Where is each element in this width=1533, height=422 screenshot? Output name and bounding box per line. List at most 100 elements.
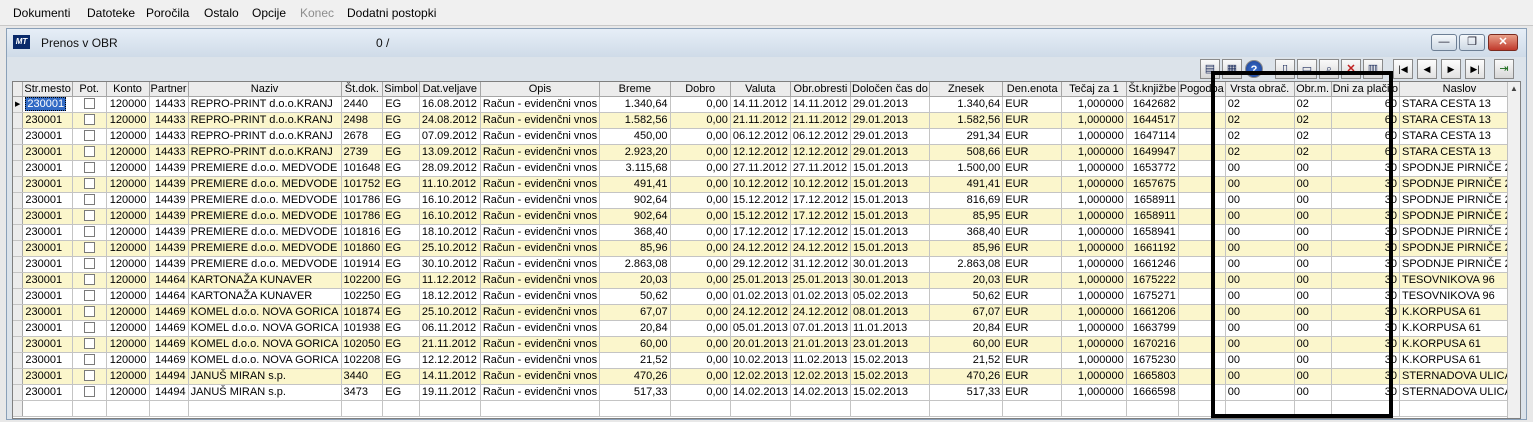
table-cell[interactable]: 1675222 (1126, 272, 1179, 289)
table-cell[interactable]: 30 (1331, 304, 1400, 321)
column-header[interactable]: Konto (106, 82, 150, 97)
table-row[interactable]: 230001 120000 14439 PREMIERE d.o.o. MEDVODE… (13, 160, 1520, 177)
table-cell[interactable]: 1.500,00 (929, 160, 1004, 177)
pot-checkbox[interactable] (83, 210, 95, 222)
table-cell[interactable]: 0,00 (670, 176, 731, 193)
row-indicator[interactable] (13, 144, 24, 161)
table-cell[interactable]: 00 (1294, 304, 1332, 321)
menu-ostalo[interactable]: Ostalo (204, 5, 239, 21)
table-cell[interactable]: 18.12.2012 (419, 288, 481, 305)
table-cell[interactable]: 24.12.2012 (790, 304, 851, 321)
table-row[interactable]: 230001 120000 14464 KARTONAŽA KUNAVER 102250… (13, 288, 1520, 305)
table-cell[interactable]: 1,000000 (1061, 112, 1127, 129)
table-cell[interactable]: 00 (1225, 176, 1295, 193)
table-cell[interactable]: EUR (1002, 384, 1063, 401)
table-row[interactable]: 230001 120000 14433 REPRO-PRINT d.o.o.KRANJ… (13, 128, 1520, 145)
pot-checkbox[interactable] (83, 114, 95, 126)
table-cell[interactable]: 2498 (341, 112, 384, 129)
table-cell[interactable]: 14469 (149, 304, 189, 321)
table-cell[interactable]: KOMEL d.o.o. NOVA GORICA (188, 320, 342, 337)
table-cell[interactable]: 14439 (149, 160, 189, 177)
table-cell[interactable]: TESOVNIKOVA 96 (1399, 288, 1520, 305)
row-indicator[interactable] (13, 256, 24, 273)
table-cell[interactable]: 29.01.2013 (850, 128, 930, 145)
table-cell[interactable]: EG (382, 176, 420, 193)
table-cell[interactable]: 230001 (22, 160, 73, 177)
table-cell[interactable] (1178, 112, 1226, 129)
table-cell[interactable] (1178, 256, 1226, 273)
delete-icon[interactable]: ✕ (1341, 59, 1361, 79)
table-cell[interactable]: K.KORPUSA 61 (1399, 352, 1520, 369)
table-cell[interactable]: 1647114 (1126, 128, 1179, 145)
table-cell[interactable]: 25.10.2012 (419, 240, 481, 257)
table-cell[interactable]: REPRO-PRINT d.o.o.KRANJ (188, 128, 342, 145)
row-indicator[interactable] (13, 224, 24, 241)
table-cell[interactable]: STERNADOVA ULICA (1399, 368, 1520, 385)
table-cell[interactable]: 14439 (149, 240, 189, 257)
table-cell[interactable]: 02 (1294, 96, 1332, 113)
current-row-indicator-icon[interactable]: ▶ (13, 96, 24, 113)
table-cell[interactable]: 20,03 (599, 272, 671, 289)
table-cell[interactable]: 1644517 (1126, 112, 1179, 129)
table-cell[interactable] (1178, 304, 1226, 321)
table-cell[interactable]: EG (382, 128, 420, 145)
table-cell[interactable]: 23.01.2013 (850, 336, 930, 353)
table-cell[interactable]: 101786 (341, 192, 384, 209)
table-cell[interactable]: 368,40 (599, 224, 671, 241)
table-cell[interactable]: EUR (1002, 304, 1063, 321)
column-header[interactable]: Breme (599, 82, 671, 97)
table-cell[interactable]: 368,40 (929, 224, 1004, 241)
table-cell[interactable]: 0,00 (670, 112, 731, 129)
table-cell[interactable]: 14.02.2013 (730, 384, 791, 401)
row-indicator[interactable] (13, 336, 24, 353)
row-indicator[interactable] (13, 320, 24, 337)
table-cell[interactable]: PREMIERE d.o.o. MEDVODE (188, 256, 342, 273)
column-header[interactable]: Št.knjižbe (1126, 82, 1179, 97)
table-cell[interactable]: 21.11.2012 (730, 112, 791, 129)
table-cell[interactable]: 30 (1331, 368, 1400, 385)
table-cell[interactable] (1178, 352, 1226, 369)
table-cell[interactable]: Račun - evidenčni vnos (480, 336, 601, 353)
column-header[interactable]: Tečaj za 1 (1061, 82, 1127, 97)
table-cell[interactable]: 230001 (22, 208, 73, 225)
table-cell[interactable]: 15.01.2013 (850, 224, 930, 241)
table-cell[interactable]: 24.12.2012 (730, 240, 791, 257)
pot-checkbox-cell[interactable] (72, 96, 107, 113)
table-cell[interactable]: 120000 (106, 176, 150, 193)
table-row[interactable]: 230001 120000 14469 KOMEL d.o.o. NOVA GORIC… (13, 352, 1520, 369)
table-cell[interactable]: 27.11.2012 (730, 160, 791, 177)
table-cell[interactable]: PREMIERE d.o.o. MEDVODE (188, 224, 342, 241)
table-cell[interactable]: 60 (1331, 112, 1400, 129)
table-cell[interactable]: Račun - evidenčni vnos (480, 272, 601, 289)
table-cell[interactable]: 21.01.2013 (790, 336, 851, 353)
table-cell[interactable]: 2440 (341, 96, 384, 113)
row-indicator[interactable] (13, 352, 24, 369)
table-cell[interactable]: 30 (1331, 352, 1400, 369)
pot-checkbox-cell[interactable] (72, 320, 107, 337)
table-cell[interactable]: 29.01.2013 (850, 96, 930, 113)
table-cell[interactable] (1178, 224, 1226, 241)
table-cell[interactable]: 85,96 (599, 240, 671, 257)
table-cell[interactable]: 01.02.2013 (790, 288, 851, 305)
table-cell[interactable]: 1,000000 (1061, 160, 1127, 177)
table-cell[interactable]: 230001 (22, 192, 73, 209)
table-cell[interactable]: EUR (1002, 272, 1063, 289)
table-cell[interactable]: EUR (1002, 128, 1063, 145)
table-cell[interactable] (1178, 208, 1226, 225)
table-cell[interactable]: 2.923,20 (599, 144, 671, 161)
window-title-bar[interactable]: MT Prenos v OBR 0 / — ❐ ✕ (7, 29, 1526, 57)
table-cell[interactable]: 21,52 (599, 352, 671, 369)
table-cell[interactable]: 101914 (341, 256, 384, 273)
table-cell[interactable]: 2739 (341, 144, 384, 161)
exit-icon[interactable]: ⇥ (1494, 59, 1514, 79)
table-cell[interactable]: 20.01.2013 (730, 336, 791, 353)
table-cell[interactable]: 11.12.2012 (419, 272, 481, 289)
column-header[interactable]: Št.dok. (341, 82, 384, 97)
table-cell[interactable]: 17.12.2012 (790, 192, 851, 209)
table-cell[interactable]: STARA CESTA 13 (1399, 128, 1520, 145)
table-cell[interactable]: Račun - evidenčni vnos (480, 368, 601, 385)
pot-checkbox-cell[interactable] (72, 208, 107, 225)
table-cell[interactable]: 14.11.2012 (419, 368, 481, 385)
table-cell[interactable]: EUR (1002, 320, 1063, 337)
table-cell[interactable]: 00 (1225, 256, 1295, 273)
